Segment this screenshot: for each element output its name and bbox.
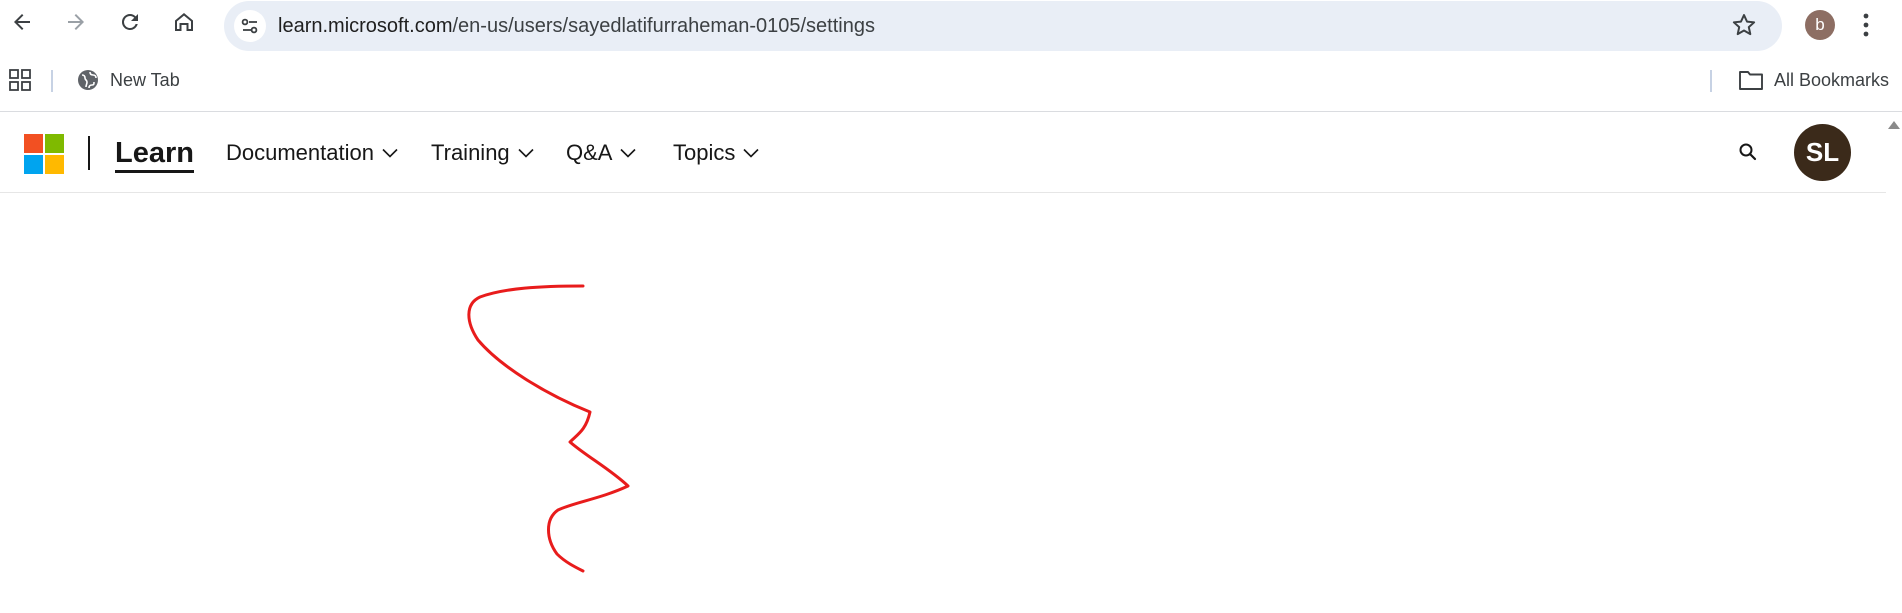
all-bookmarks-button[interactable]: All Bookmarks	[1738, 66, 1889, 94]
nav-label: Q&A	[566, 140, 613, 165]
site-info-icon[interactable]	[234, 10, 266, 42]
bookmark-star-icon[interactable]	[1730, 11, 1758, 44]
nav-qa[interactable]: Q&A	[566, 140, 637, 166]
nav-label: Topics	[673, 140, 736, 165]
back-icon[interactable]	[6, 6, 38, 38]
address-bar[interactable]: learn.microsoft.com/en-us/users/sayedlat…	[224, 1, 1782, 51]
nav-documentation[interactable]: Documentation	[226, 140, 398, 166]
bookmark-label: New Tab	[110, 69, 180, 90]
logo-green-square	[45, 134, 64, 153]
scroll-up-arrow-icon[interactable]	[1886, 118, 1902, 136]
chevron-down-icon	[620, 148, 637, 158]
chevron-down-icon	[743, 148, 759, 158]
logo-blue-square	[24, 155, 43, 174]
search-icon[interactable]	[1738, 142, 1758, 167]
bookmarks-bar: New Tab All Bookmarks	[0, 60, 1902, 100]
user-avatar[interactable]: SL	[1794, 124, 1851, 181]
nav-training[interactable]: Training	[431, 140, 534, 166]
url-host: learn.microsoft.com	[278, 15, 453, 37]
learn-site-header: Learn Documentation Training Q&A Topics …	[0, 112, 1886, 193]
bookmarks-separator	[51, 70, 53, 92]
logo-divider	[88, 136, 90, 170]
reload-icon[interactable]	[114, 6, 146, 38]
microsoft-logo-icon[interactable]	[24, 134, 64, 174]
forward-icon[interactable]	[60, 6, 92, 38]
browser-profile-avatar[interactable]: b	[1805, 10, 1835, 40]
logo-red-square	[24, 134, 43, 153]
home-icon[interactable]	[168, 6, 200, 38]
chevron-down-icon	[518, 148, 534, 158]
globe-icon	[78, 70, 98, 90]
nav-label: Documentation	[226, 140, 374, 165]
url-text[interactable]: learn.microsoft.com/en-us/users/sayedlat…	[278, 15, 875, 37]
kebab-menu-icon[interactable]	[1862, 12, 1870, 43]
page-content	[0, 194, 1886, 613]
bookmark-new-tab[interactable]: New Tab	[76, 66, 180, 94]
apps-grid-icon[interactable]	[8, 68, 32, 97]
learn-home-link[interactable]: Learn	[115, 138, 194, 173]
chevron-down-icon	[382, 148, 398, 158]
browser-toolbar: learn.microsoft.com/en-us/users/sayedlat…	[0, 0, 1902, 51]
logo-yellow-square	[45, 155, 64, 174]
nav-label: Training	[431, 140, 510, 165]
all-bookmarks-label: All Bookmarks	[1774, 69, 1890, 90]
bookmarks-separator	[1710, 70, 1712, 92]
nav-topics[interactable]: Topics	[673, 140, 759, 166]
url-path: /en-us/users/sayedlatifurraheman-0105/se…	[452, 15, 875, 37]
red-scribble-annotation	[467, 284, 630, 573]
folder-icon	[1739, 71, 1763, 90]
